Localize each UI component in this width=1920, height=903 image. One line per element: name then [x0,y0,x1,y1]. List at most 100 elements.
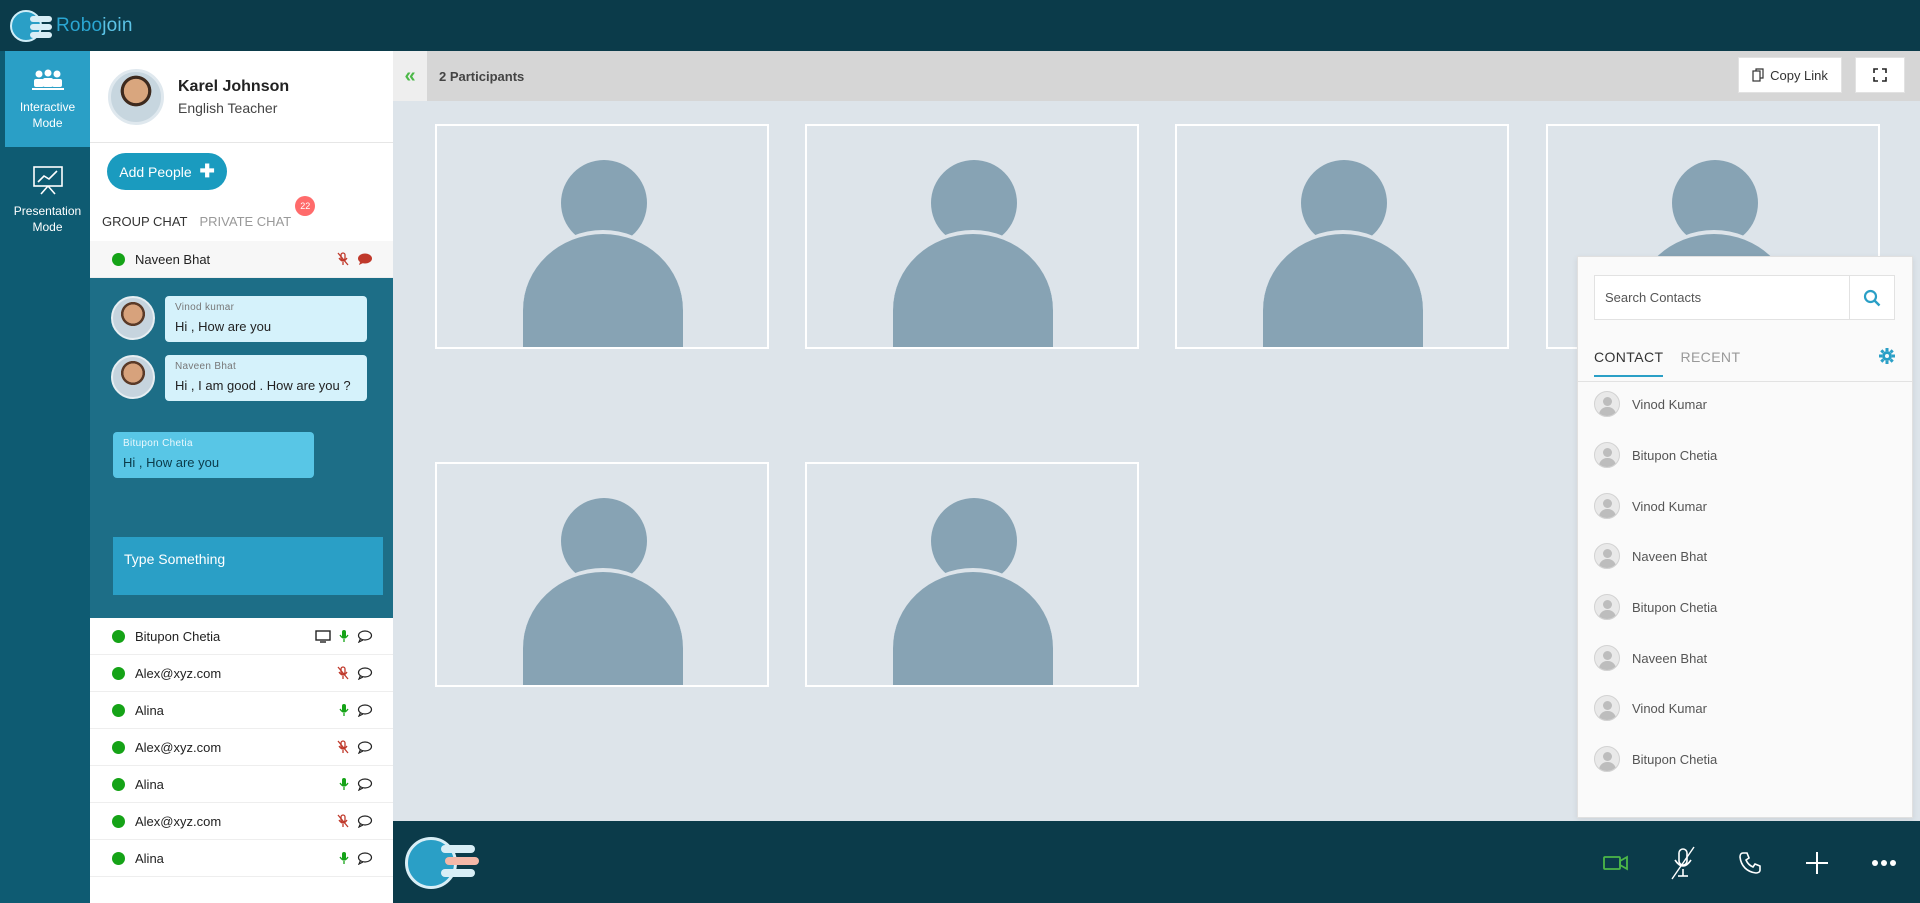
participant-row[interactable]: Alina [90,766,393,803]
participant-name: Naveen Bhat [135,251,211,267]
contact-name: Naveen Bhat [1632,650,1708,666]
mic-toggle-button[interactable] [1663,843,1703,883]
contacts-panel: CONTACT RECENT Vinod Kumar Bitupon Cheti… [1577,256,1913,818]
plus-icon: ✚ [199,161,215,181]
presentation-board-icon [32,166,63,195]
tab-contact[interactable]: CONTACT [1594,349,1664,377]
contact-item[interactable]: Vinod Kumar [1594,695,1707,721]
collapse-sidebar-button[interactable]: « [393,51,427,101]
mic-icon[interactable] [339,629,349,643]
fullscreen-icon [1873,68,1887,82]
stage-header: « 2 Participants Copy Link [393,51,1920,101]
chat-icon[interactable] [357,814,373,828]
contact-name: Vinod Kumar [1632,396,1707,412]
online-status-dot [112,703,125,717]
participant-row-active[interactable]: Naveen Bhat [90,241,393,278]
video-tile[interactable] [805,124,1139,349]
divider [1578,381,1912,382]
mic-muted-icon[interactable] [337,814,349,828]
user-avatar-icon [1594,493,1620,519]
double-chevron-left-icon: « [404,64,416,87]
participant-name: Alex@xyz.com [135,813,222,829]
participant-row[interactable]: Alex@xyz.com [90,729,393,766]
add-button[interactable] [1797,843,1837,883]
video-tile[interactable] [435,462,769,687]
contact-item[interactable]: Naveen Bhat [1594,645,1707,671]
settings-button[interactable] [1878,347,1896,370]
mic-icon[interactable] [339,851,349,865]
chat-icon[interactable] [357,777,373,791]
chat-icon[interactable] [357,253,373,266]
app-logo[interactable]: Robojoin [10,8,133,44]
search-icon [1863,289,1881,306]
screen-share-icon[interactable] [315,629,331,643]
contact-name: Bitupon Chetia [1632,447,1718,463]
tab-group-chat[interactable]: GROUP CHAT [102,214,187,229]
profile-role: English Teacher [178,99,278,116]
user-avatar-icon [1594,695,1620,721]
message-sender: Bitupon Chetia [123,438,193,449]
chat-icon[interactable] [357,740,373,754]
online-status-dot [112,740,125,754]
chat-icon[interactable] [357,851,373,865]
chat-icon[interactable] [357,666,373,680]
chat-icon[interactable] [357,629,373,643]
search-input[interactable] [1595,276,1849,319]
mic-muted-icon[interactable] [337,252,349,266]
mic-muted-icon[interactable] [337,666,349,680]
contact-item[interactable]: Bitupon Chetia [1594,746,1717,772]
message-input[interactable]: Type Something [113,537,383,595]
avatar [111,296,155,340]
fullscreen-button[interactable] [1855,57,1905,93]
message-text: Hi , I am good . How are you ? [175,378,351,393]
contact-item[interactable]: Vinod Kumar [1594,391,1707,417]
phone-icon [1739,852,1761,874]
online-status-dot [112,814,125,828]
call-button[interactable] [1730,843,1770,883]
search-button[interactable] [1849,276,1894,319]
add-people-button[interactable]: Add People ✚ [107,153,227,190]
user-avatar-icon [1594,543,1620,569]
contact-item[interactable]: Naveen Bhat [1594,543,1707,569]
copy-link-label: Copy Link [1770,67,1828,83]
robot-logo-icon [405,835,483,893]
mode-sidebar: Interactive Mode Presentation Mode [0,51,90,903]
contact-search [1594,275,1895,320]
participant-row[interactable]: Alina [90,840,393,877]
more-horizontal-icon [1872,860,1896,866]
tab-private-chat[interactable]: PRIVATE CHAT 22 [199,196,316,229]
video-toggle-button[interactable] [1596,843,1636,883]
presentation-mode-button[interactable]: Presentation Mode [5,147,90,243]
contact-item[interactable]: Bitupon Chetia [1594,594,1717,620]
copy-link-button[interactable]: Copy Link [1738,57,1842,93]
mic-icon[interactable] [339,703,349,717]
participant-name: Alina [135,702,164,718]
video-tile[interactable] [805,462,1139,687]
participant-row[interactable]: Alina [90,692,393,729]
contact-item[interactable]: Vinod Kumar [1594,493,1707,519]
interactive-mode-button[interactable]: Interactive Mode [5,51,90,147]
user-avatar-icon [1594,594,1620,620]
presentation-mode-label: Presentation Mode [13,204,82,234]
participant-row[interactable]: Bitupon Chetia [90,618,393,655]
mic-icon[interactable] [339,777,349,791]
participant-row[interactable]: Alex@xyz.com [90,803,393,840]
mic-muted-icon[interactable] [337,740,349,754]
video-tile[interactable] [1175,124,1509,349]
app-name: Robojoin [56,15,133,36]
call-controls-bar [393,821,1920,903]
copy-icon [1752,68,1764,82]
chat-icon[interactable] [357,703,373,717]
user-profile: Karel Johnson English Teacher [90,51,393,143]
video-camera-icon [1603,855,1628,871]
user-avatar-icon [1594,746,1620,772]
more-options-button[interactable] [1864,843,1904,883]
message-text: Hi , How are you [123,455,220,470]
top-bar: Robojoin [0,0,1920,51]
tab-recent[interactable]: RECENT [1680,349,1740,377]
contact-item[interactable]: Bitupon Chetia [1594,442,1717,468]
robot-logo-icon [10,8,54,44]
private-chat-label: PRIVATE CHAT [199,214,292,229]
video-tile[interactable] [435,124,769,349]
participant-row[interactable]: Alex@xyz.com [90,655,393,692]
